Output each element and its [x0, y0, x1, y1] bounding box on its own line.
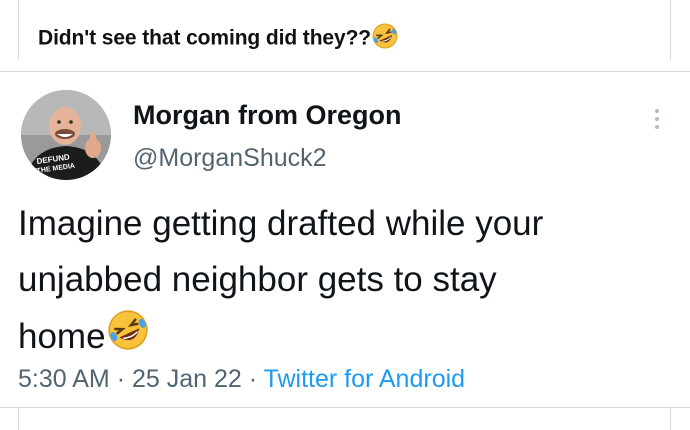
- rolling-laughing-emoji-icon: [371, 22, 399, 56]
- avatar-image: DEFUND THE MEDIA: [21, 90, 111, 180]
- vertical-dots-icon[interactable]: [650, 106, 664, 134]
- tweet-meta: 5:30 AM · 25 Jan 22 · Twitter for Androi…: [18, 365, 465, 394]
- tweet-text: Imagine getting drafted while your unjab…: [18, 196, 678, 369]
- tweet-text-line-3: home: [18, 308, 678, 369]
- post-caption: Didn't see that coming did they??: [38, 22, 399, 56]
- tweet-text-line-1: Imagine getting drafted while your: [18, 204, 544, 243]
- tweet-text-line-3-text: home: [18, 316, 106, 356]
- meta-separator: ·: [248, 365, 258, 393]
- tweet-text-line-2: unjabbed neighbor gets to stay: [18, 260, 497, 299]
- top-box-right-border: [670, 0, 671, 60]
- user-handle[interactable]: @MorganShuck2: [133, 144, 327, 173]
- meta-separator: ·: [116, 365, 126, 393]
- tweet-date[interactable]: 25 Jan 22: [132, 365, 242, 393]
- post-caption-text: Didn't see that coming did they??: [38, 26, 372, 50]
- tweet-source-link[interactable]: Twitter for Android: [264, 365, 465, 393]
- tweet-time[interactable]: 5:30 AM: [18, 365, 110, 393]
- avatar[interactable]: DEFUND THE MEDIA: [21, 90, 111, 180]
- display-name[interactable]: Morgan from Oregon: [133, 100, 402, 131]
- rolling-laughing-emoji-icon: [106, 308, 150, 369]
- top-box-left-border: [18, 0, 19, 60]
- bottom-box-left-border: [18, 408, 19, 430]
- bottom-box-right-border: [670, 408, 671, 430]
